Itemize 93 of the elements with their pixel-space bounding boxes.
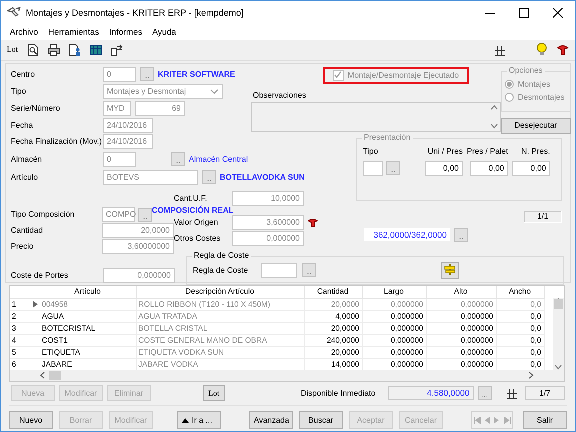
group-title: Regla de Coste xyxy=(192,250,252,260)
input-field[interactable] xyxy=(261,262,298,278)
record-counter: 1/1 xyxy=(524,210,562,223)
field-label: Coste de Portes xyxy=(11,271,70,280)
lot-tool[interactable]: Lot xyxy=(7,45,18,54)
printer-icon[interactable] xyxy=(48,44,60,56)
input-field[interactable]: 24/10/2016 xyxy=(103,118,153,133)
field-label: Centro xyxy=(11,70,36,79)
input-field[interactable]: 0 xyxy=(103,66,136,82)
menu-item[interactable]: Ayuda xyxy=(147,26,182,37)
current-row-icon xyxy=(33,300,38,308)
split-icon[interactable] xyxy=(506,387,518,400)
number-field[interactable]: 69 xyxy=(135,100,185,116)
close-icon xyxy=(553,8,563,18)
menu-item[interactable]: Informes xyxy=(104,26,148,37)
document-user-icon[interactable] xyxy=(69,44,82,56)
field-label: Fecha Finalización (Mov.) xyxy=(11,136,99,146)
group-title: Presentación xyxy=(362,132,413,142)
field-label: Fecha xyxy=(11,120,34,130)
scroll-thumb[interactable] xyxy=(49,371,61,380)
scroll-right-icon[interactable] xyxy=(529,372,534,380)
exit-button[interactable]: Salir xyxy=(523,411,567,430)
goto-button[interactable]: Ir a ... xyxy=(177,411,221,430)
input-field[interactable]: 0,000000 xyxy=(103,268,175,284)
composition-name: COMPOSICIÓN REAL xyxy=(152,206,232,216)
window-title: Montajes y Desmontajes - KRITER ERP - [kempdemo] xyxy=(26,8,245,18)
field-label: Valor Origen xyxy=(174,218,220,228)
input-field[interactable]: 0,000000 xyxy=(232,231,304,246)
scroll-down-icon[interactable] xyxy=(491,124,498,129)
horizontal-scrollbar[interactable] xyxy=(10,370,564,382)
warehouse-name: Almacén Central xyxy=(189,154,248,164)
stock-display: 362,0000/362,0000 xyxy=(364,228,450,242)
input-field[interactable]: BOTEVS xyxy=(103,170,198,185)
scroll-thumb[interactable] xyxy=(554,299,563,310)
menu-item[interactable]: Herramientas xyxy=(43,26,104,37)
action-button[interactable]: Nuevo xyxy=(9,411,53,430)
scroll-left-icon[interactable] xyxy=(40,372,45,380)
next-icon xyxy=(494,416,500,424)
print-preview-icon[interactable] xyxy=(27,44,40,56)
chevron-down-icon xyxy=(210,86,219,96)
split-icon[interactable] xyxy=(494,44,506,56)
field-label: Precio xyxy=(11,242,35,252)
input-field[interactable]: 3,60000000 xyxy=(102,239,174,254)
menu-item[interactable]: Archivo xyxy=(5,26,44,37)
field-label: Disponible Inmediato xyxy=(301,388,376,398)
type-dropdown[interactable]: Montajes y Desmontaj xyxy=(103,84,223,99)
field-label: Tipo xyxy=(363,146,380,157)
group-title: Opciones xyxy=(507,66,545,75)
vertical-scrollbar[interactable] xyxy=(553,298,564,370)
field-label: Cant.U.F. xyxy=(174,194,208,204)
document-arrows-icon[interactable] xyxy=(111,44,124,56)
input-field[interactable]: COMPO xyxy=(102,207,135,222)
action-button[interactable]: Buscar xyxy=(299,411,343,430)
help-icon[interactable] xyxy=(308,218,318,228)
field-label: Regla de Coste xyxy=(193,266,248,275)
field-label: Observaciones xyxy=(253,90,308,100)
scroll-down-icon[interactable] xyxy=(555,365,562,370)
app-icon xyxy=(7,6,21,18)
lightbulb-icon[interactable] xyxy=(536,43,548,56)
input-field[interactable] xyxy=(363,160,383,176)
table-icon[interactable] xyxy=(90,44,102,56)
help-icon[interactable] xyxy=(557,44,569,56)
unexecute-button[interactable]: Desejecutar xyxy=(501,118,571,134)
first-icon xyxy=(474,416,480,424)
center-name: KRITER SOFTWARE xyxy=(158,70,236,79)
field-label: Serie/Número xyxy=(11,104,62,113)
maximize-icon xyxy=(519,8,529,18)
field-label: Otros Costes xyxy=(174,234,222,244)
field-label: Uni / Pres xyxy=(428,146,463,157)
input-field[interactable]: 20,0000 xyxy=(102,223,174,238)
field-label: Tipo Composición xyxy=(11,210,76,220)
previous-icon xyxy=(484,416,490,424)
signpost-icon xyxy=(444,264,456,276)
field-label: Cantidad xyxy=(11,226,44,236)
action-button[interactable]: Lot xyxy=(203,385,225,402)
input-field[interactable]: 10,0000 xyxy=(232,191,304,206)
signpost-button[interactable] xyxy=(441,262,460,279)
input-field[interactable]: 3,600000 xyxy=(232,215,304,230)
field-label: Tipo xyxy=(11,86,28,96)
field-label: Pres / Palet xyxy=(467,146,508,157)
triangle-up-icon xyxy=(182,418,189,423)
line-counter: 1/7 xyxy=(525,386,565,400)
field-label: N. Pres. xyxy=(521,146,550,157)
available-stock-field: 4.580,0000 xyxy=(388,386,474,400)
field-label: Almacén xyxy=(11,154,44,164)
action-button[interactable]: Avanzada xyxy=(249,411,293,430)
field-label: Artículo xyxy=(11,172,40,182)
article-name: BOTELLAVODKA SUN xyxy=(220,172,305,182)
input-field[interactable]: 0 xyxy=(103,152,136,167)
notes-field[interactable] xyxy=(251,102,501,132)
last-icon xyxy=(504,416,510,424)
input-field[interactable]: 24/10/2016 xyxy=(103,134,153,149)
series-field[interactable]: MYD xyxy=(103,100,131,116)
